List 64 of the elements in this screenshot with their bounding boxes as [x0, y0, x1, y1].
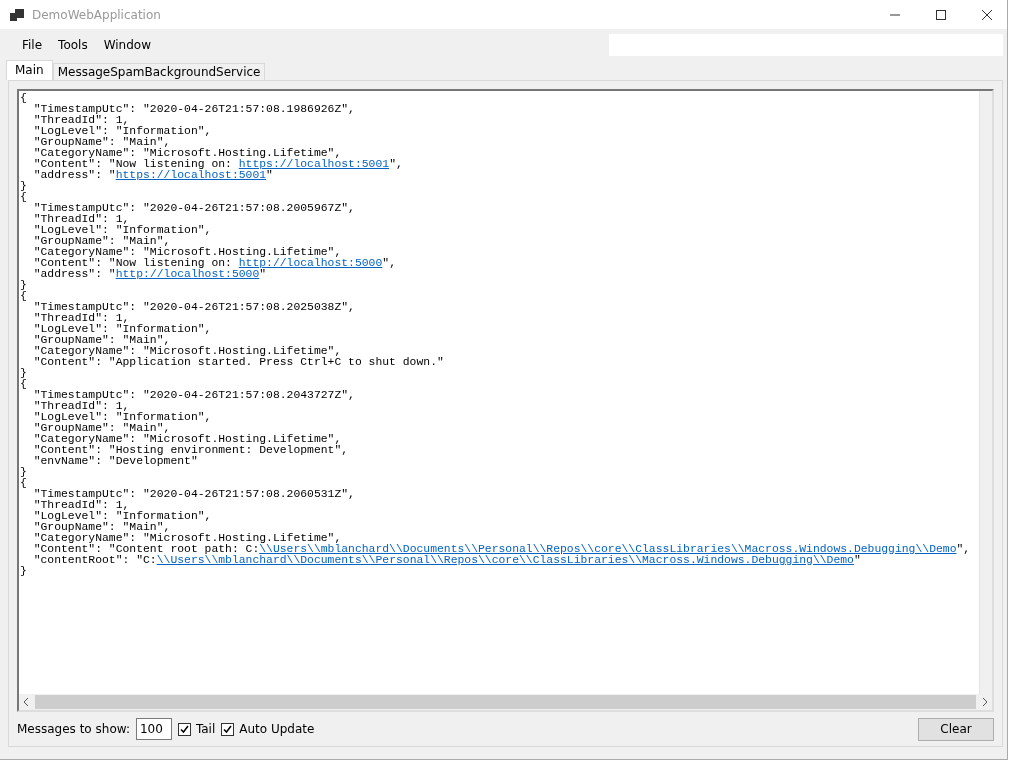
window-title: DemoWebApplication [32, 7, 161, 22]
log-line: "LogLevel": "Information", [32, 225, 212, 236]
scroll-left-icon[interactable] [23, 698, 29, 706]
checkbox-label: Auto Update [239, 722, 315, 736]
checkbox[interactable] [177, 722, 191, 736]
log-line: "envName": "Development" [32, 456, 198, 467]
log-line: "TimestampUtc": "2020-04-26T21:57:08.2005967Z", [32, 203, 355, 214]
log-line: { [20, 291, 27, 302]
clear-button[interactable]: Clear [918, 717, 994, 741]
log-line: { [20, 478, 27, 489]
tab[interactable]: MessageSpamBackgroundService [52, 63, 266, 80]
log-line: } [20, 280, 27, 291]
log-line: "CategoryName": "Microsoft.Hosting.Lifetime", [32, 346, 342, 357]
close-icon[interactable] [982, 9, 992, 20]
scroll-right-icon[interactable] [982, 698, 988, 706]
maximize-icon[interactable] [936, 9, 946, 20]
log-line: "Content": "Now listening on: https://localhost:5001", [32, 159, 403, 170]
log-line: "LogLevel": "Information", [32, 126, 212, 137]
log-line: "LogLevel": "Information", [32, 511, 212, 522]
log-line: } [20, 368, 27, 379]
log-line: "CategoryName": "Microsoft.Hosting.Lifetime", [32, 148, 342, 159]
log-line: "TimestampUtc": "2020-04-26T21:57:08.2043727Z", [32, 390, 355, 401]
log-line: "ThreadId": 1, [32, 115, 130, 126]
log-line: "LogLevel": "Information", [32, 324, 212, 335]
log-line: "Content": "Content root path: C:\\Users\\mblanchard\\Documents\\Personal\\Repos\\core\\ClassLibraries\\Macross.Windows.Debugging\\Demo", [32, 544, 971, 555]
log-line: "Content": "Hosting environment: Development", [32, 445, 349, 456]
log-line: "contentRoot": "C:\\Users\\mblanchard\\Documents\\Personal\\Repos\\core\\ClassLibraries\\Macross.Windows.Debugging\\Demo" [32, 555, 861, 566]
log-line: "TimestampUtc": "2020-04-26T21:57:08.2060531Z", [32, 489, 355, 500]
log-line: "GroupName": "Main", [32, 335, 171, 346]
log-line: "Content": "Now listening on: http://localhost:5000", [32, 258, 396, 269]
log-line: "ThreadId": 1, [32, 214, 130, 225]
log-line: "GroupName": "Main", [32, 522, 171, 533]
log-line: "ThreadId": 1, [32, 313, 130, 324]
menu-item[interactable]: Tools [50, 37, 96, 52]
log-line: } [20, 566, 27, 577]
checkbox-label: Tail [195, 722, 216, 736]
log-line: { [20, 93, 27, 104]
log-line: "Content": "Application started. Press Ctrl+C to shut down." [32, 357, 444, 368]
menu-item[interactable]: Window [95, 37, 159, 52]
log-line: { [20, 192, 27, 203]
app-icon [10, 8, 24, 21]
log-line: { [20, 379, 27, 390]
log-line: "ThreadId": 1, [32, 500, 130, 511]
horizontal-scrollbar[interactable] [19, 694, 992, 710]
log-line: "CategoryName": "Microsoft.Hosting.Lifetime", [32, 533, 342, 544]
menu-item[interactable]: File [14, 37, 51, 52]
checkbox[interactable] [221, 722, 235, 736]
log-line: "CategoryName": "Microsoft.Hosting.Lifetime", [32, 434, 342, 445]
messages-input[interactable]: 100 [135, 718, 172, 740]
messages-label: Messages to show: [17, 722, 130, 736]
log-line: "TimestampUtc": "2020-04-26T21:57:08.2025038Z", [32, 302, 355, 313]
log-line: } [20, 181, 27, 192]
log-line: "GroupName": "Main", [32, 423, 171, 434]
log-line: "CategoryName": "Microsoft.Hosting.Lifetime", [32, 247, 342, 258]
log-line: "GroupName": "Main", [32, 236, 171, 247]
log-line: "address": "https://localhost:5001" [32, 170, 273, 181]
log-line: "address": "http://localhost:5000" [32, 269, 267, 280]
log-line: "TimestampUtc": "2020-04-26T21:57:08.1986926Z", [32, 104, 355, 115]
log-line: "GroupName": "Main", [32, 137, 171, 148]
log-line: } [20, 467, 27, 478]
tab[interactable]: Main [6, 60, 53, 80]
log-line: "LogLevel": "Information", [32, 412, 212, 423]
vertical-scrollbar[interactable] [979, 91, 992, 694]
log-line: "ThreadId": 1, [32, 401, 130, 412]
